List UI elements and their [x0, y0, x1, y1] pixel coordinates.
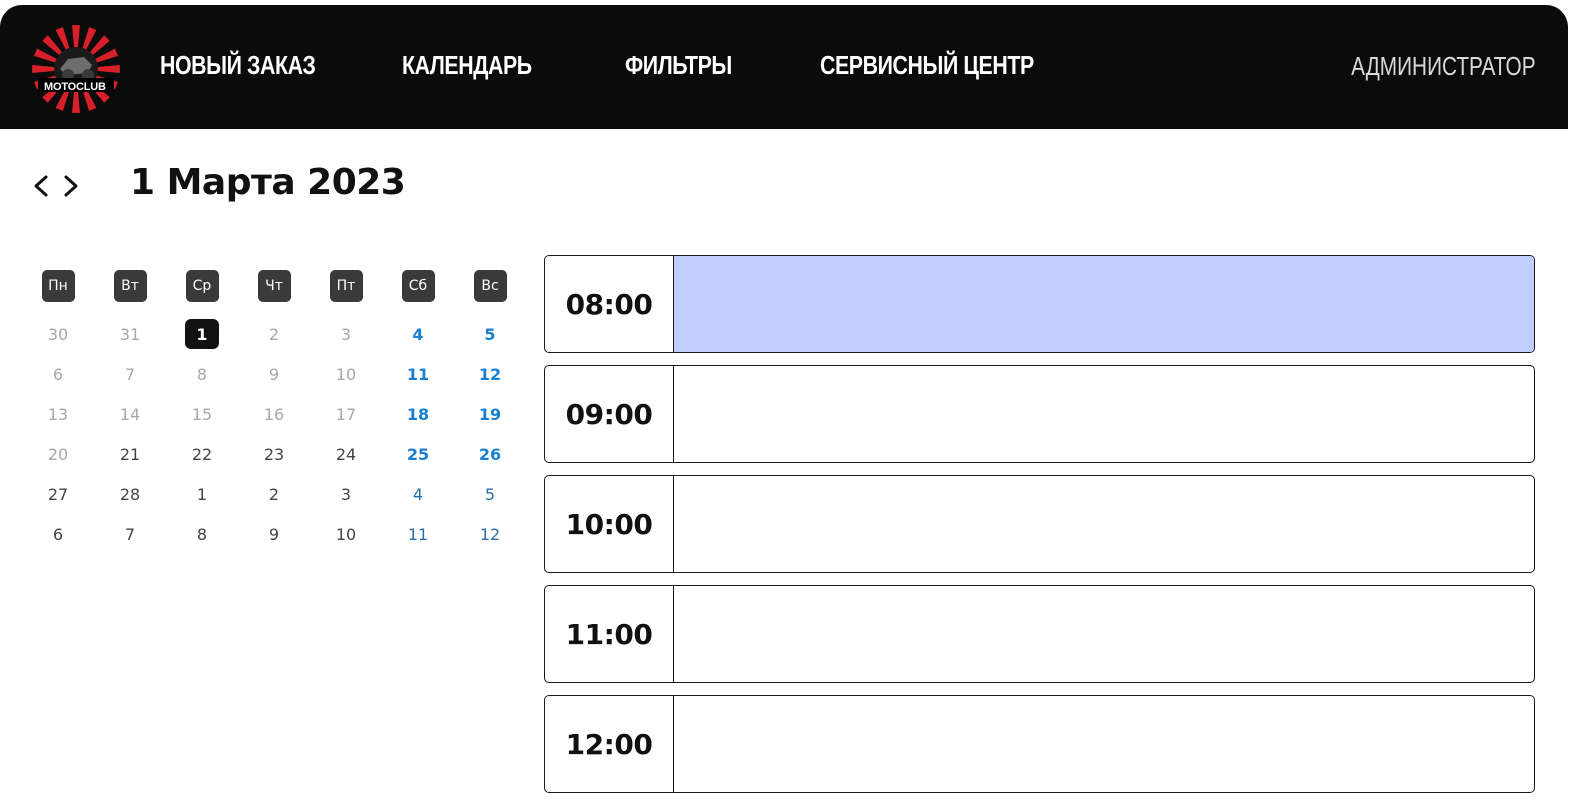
weekday-sat: Сб: [401, 270, 435, 302]
calendar-day[interactable]: 24: [329, 439, 363, 469]
calendar-day[interactable]: 9: [257, 519, 291, 549]
time-slot-empty[interactable]: [674, 476, 1534, 572]
motoclub-logo[interactable]: [30, 23, 122, 115]
time-slot-empty[interactable]: [674, 586, 1534, 682]
calendar-day-selected[interactable]: 1: [185, 319, 219, 349]
calendar-day[interactable]: 4: [401, 479, 435, 509]
nav-calendar[interactable]: КАЛЕНДАРЬ: [402, 50, 532, 81]
calendar-day[interactable]: 11: [401, 359, 435, 389]
calendar-day[interactable]: 17: [329, 399, 363, 429]
time-slot[interactable]: 12:00: [544, 695, 1535, 793]
calendar-day[interactable]: 3: [329, 319, 363, 349]
nav-new-order[interactable]: НОВЫЙ ЗАКАЗ: [160, 50, 316, 81]
calendar-day[interactable]: 18: [401, 399, 435, 429]
calendar-day[interactable]: 5: [473, 479, 507, 509]
weekday-fri: Пт: [329, 270, 363, 302]
time-slot-label: 12:00: [545, 696, 674, 792]
calendar-day[interactable]: 1: [185, 479, 219, 509]
calendar-day[interactable]: 19: [473, 399, 507, 429]
time-slot-empty[interactable]: [674, 696, 1534, 792]
calendar-day[interactable]: 9: [257, 359, 291, 389]
page-title: 1 Марта 2023: [130, 162, 406, 203]
calendar-day[interactable]: 6: [41, 359, 75, 389]
calendar-day[interactable]: 13: [41, 399, 75, 429]
time-slot-booking[interactable]: [674, 256, 1534, 352]
time-slot-label: 09:00: [545, 366, 674, 462]
calendar-day[interactable]: 10: [329, 359, 363, 389]
calendar-grid: 30 31 1 2 3 4 5 6 7 8 9 10 11 12 13 14 15 16 17 18 19 20 21 22 2…: [22, 319, 526, 568]
time-slot-label: 11:00: [545, 586, 674, 682]
nav-service-center[interactable]: СЕРВИСНЫЙ ЦЕНТР: [820, 50, 1034, 81]
calendar-day[interactable]: 21: [113, 439, 147, 469]
weekday-wed: Ср: [185, 270, 219, 302]
calendar-day[interactable]: 26: [473, 439, 507, 469]
time-slot-empty[interactable]: [674, 366, 1534, 462]
schedule-list: 08:00 09:00 10:00 11:00 12:00: [544, 255, 1535, 805]
logo-text: MOTOCLUB: [44, 81, 106, 93]
calendar-day[interactable]: 15: [185, 399, 219, 429]
time-slot-label: 08:00: [545, 256, 674, 352]
mini-calendar: Пн Вт Ср Чт Пт Сб Вс 30 31 1 2 3 4 5 6 7 8 9 10 11 12…: [22, 270, 526, 568]
time-slot[interactable]: 09:00: [544, 365, 1535, 463]
calendar-day[interactable]: 27: [41, 479, 75, 509]
calendar-day[interactable]: 4: [401, 319, 435, 349]
calendar-day[interactable]: 2: [257, 479, 291, 509]
chevron-left-icon[interactable]: [30, 168, 52, 204]
calendar-day[interactable]: 23: [257, 439, 291, 469]
calendar-day[interactable]: 7: [113, 519, 147, 549]
weekday-mon: Пн: [41, 270, 75, 302]
calendar-week-row: 6 7 8 9 10 11 12: [22, 525, 526, 568]
calendar-day[interactable]: 11: [401, 519, 435, 549]
time-slot[interactable]: 10:00: [544, 475, 1535, 573]
time-slot[interactable]: 11:00: [544, 585, 1535, 683]
time-slot-label: 10:00: [545, 476, 674, 572]
calendar-day[interactable]: 10: [329, 519, 363, 549]
calendar-day[interactable]: 14: [113, 399, 147, 429]
calendar-day[interactable]: 7: [113, 359, 147, 389]
chevron-right-icon[interactable]: [60, 168, 82, 204]
calendar-day[interactable]: 16: [257, 399, 291, 429]
nav-filters[interactable]: ФИЛЬТРЫ: [625, 50, 732, 81]
top-navbar: MOTOCLUB НОВЫЙ ЗАКАЗ КАЛЕНДАРЬ ФИЛЬТРЫ С…: [0, 5, 1568, 129]
calendar-day[interactable]: 20: [41, 439, 75, 469]
weekday-sun: Вс: [473, 270, 507, 302]
calendar-day[interactable]: 25: [401, 439, 435, 469]
time-slot[interactable]: 08:00: [544, 255, 1535, 353]
calendar-day[interactable]: 2: [257, 319, 291, 349]
weekday-tue: Вт: [113, 270, 147, 302]
calendar-day[interactable]: 12: [473, 519, 507, 549]
calendar-day[interactable]: 28: [113, 479, 147, 509]
calendar-day[interactable]: 22: [185, 439, 219, 469]
calendar-day[interactable]: 8: [185, 359, 219, 389]
user-role-menu[interactable]: АДМИНИСТРАТОР: [1352, 51, 1537, 82]
calendar-day[interactable]: 31: [113, 319, 147, 349]
calendar-day[interactable]: 30: [41, 319, 75, 349]
calendar-day[interactable]: 5: [473, 319, 507, 349]
calendar-day[interactable]: 3: [329, 479, 363, 509]
weekday-header: Пн Вт Ср Чт Пт Сб Вс: [22, 270, 526, 302]
weekday-thu: Чт: [257, 270, 291, 302]
calendar-day[interactable]: 8: [185, 519, 219, 549]
calendar-day[interactable]: 12: [473, 359, 507, 389]
calendar-day[interactable]: 6: [41, 519, 75, 549]
